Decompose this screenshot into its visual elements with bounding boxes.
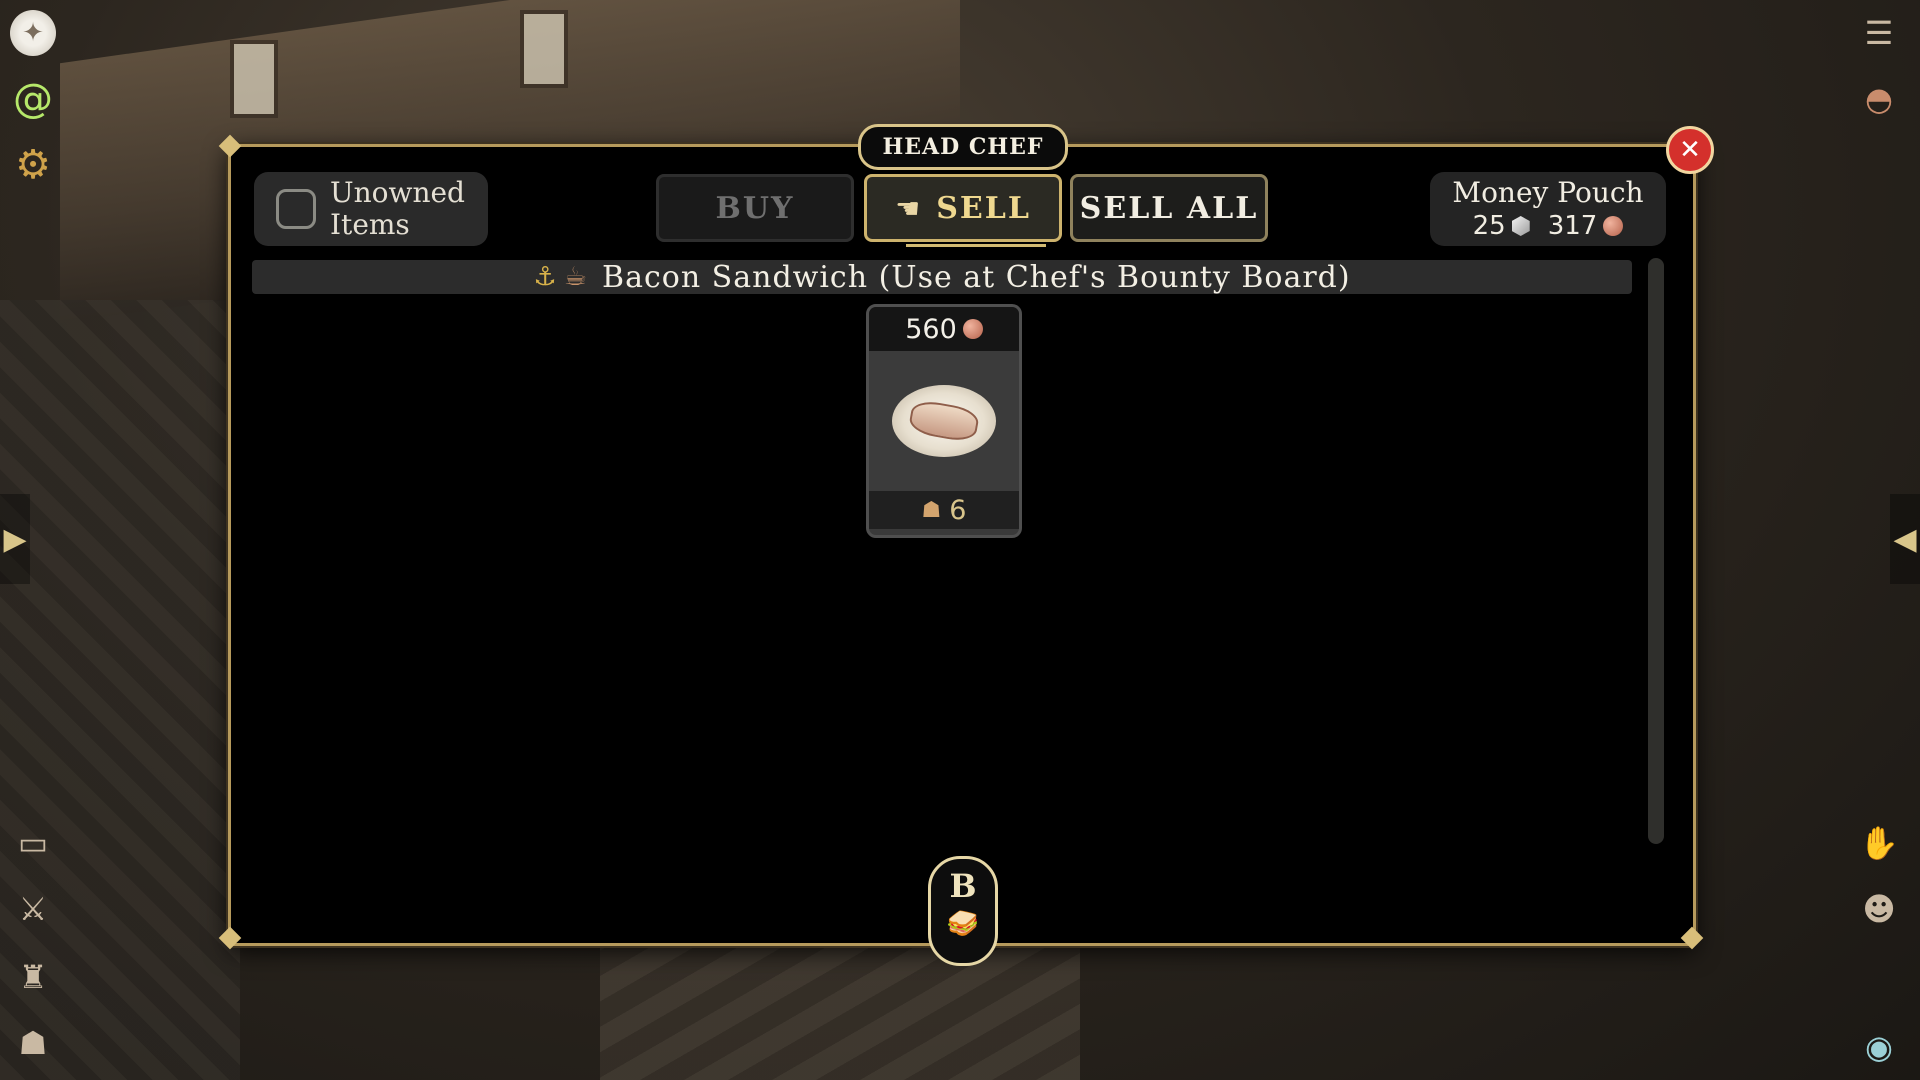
steaming-cup-icon: ☕: [563, 262, 589, 292]
right-drawer-arrow-icon[interactable]: ◀: [1890, 494, 1920, 584]
merchant-icon: ☚: [895, 191, 923, 225]
helmet-icon[interactable]: ♜: [10, 954, 56, 1000]
item-price-value: 560: [905, 313, 957, 345]
hotkey-badge[interactable]: B 🥪: [928, 856, 998, 966]
sandwich-icon: [907, 398, 981, 444]
backpack-icon: ☗: [921, 497, 942, 523]
unowned-items-checkbox[interactable]: [276, 189, 316, 229]
unowned-items-filter[interactable]: Unowned Items: [254, 172, 488, 246]
hand-icon[interactable]: ✋: [1856, 820, 1902, 866]
hotkey-key: B: [949, 867, 977, 905]
item-list-scrollbar[interactable]: [1648, 258, 1664, 844]
hat-icon[interactable]: ◓: [1856, 76, 1902, 122]
crossed-swords-icon[interactable]: ⚔: [10, 886, 56, 932]
category-label: Bacon Sandwich (Use at Chef's Bounty Boa…: [602, 259, 1351, 295]
background-floor: [600, 940, 1080, 1080]
tab-sell-all[interactable]: SELL ALL: [1070, 174, 1268, 242]
background-window: [520, 10, 568, 88]
item-card-bacon-sandwich[interactable]: 560 ☗ 6: [866, 304, 1022, 538]
sandwich-icon: 🥪: [946, 909, 980, 939]
group-icon[interactable]: ☻: [1856, 886, 1902, 932]
background-window: [230, 40, 278, 118]
copper-coin-icon: [1603, 216, 1624, 236]
money-pouch: Money Pouch 25 317: [1430, 172, 1666, 246]
scroll-icon[interactable]: ☰: [1856, 10, 1902, 56]
left-drawer-arrow-icon[interactable]: ▶: [0, 494, 30, 584]
silver-amount: 25: [1472, 211, 1506, 241]
backpack-icon[interactable]: ☗: [10, 1020, 56, 1066]
item-image: [869, 351, 1019, 491]
spiral-icon[interactable]: @: [10, 76, 56, 122]
tab-sell[interactable]: ☚ SELL: [864, 174, 1062, 242]
item-quantity-value: 6: [949, 494, 967, 526]
silver-coin-icon: [1511, 216, 1530, 236]
close-icon: ✕: [1679, 135, 1701, 165]
item-quantity: ☗ 6: [869, 491, 1019, 529]
close-button[interactable]: ✕: [1666, 126, 1714, 174]
copper-coin-icon: [962, 319, 983, 339]
plate-icon: [892, 385, 996, 457]
category-header: ⚓ ☕ Bacon Sandwich (Use at Chef's Bounty…: [252, 259, 1632, 295]
eye-icon[interactable]: ◉: [1856, 1024, 1902, 1070]
active-tab-indicator: [906, 244, 1046, 247]
unowned-items-label: Unowned Items: [330, 176, 465, 241]
anchor-icon: ⚓: [533, 262, 558, 292]
shop-title: HEAD CHEF: [858, 124, 1068, 170]
tab-sell-label: SELL: [936, 190, 1031, 226]
compass-icon[interactable]: ✦: [10, 10, 56, 56]
bag-icon[interactable]: ▭: [10, 820, 56, 866]
item-price: 560: [869, 307, 1019, 351]
tab-buy[interactable]: BUY: [656, 174, 854, 242]
money-pouch-label: Money Pouch: [1452, 176, 1644, 209]
copper-amount: 317: [1547, 211, 1598, 241]
gear-icon[interactable]: ⚙: [10, 142, 56, 188]
